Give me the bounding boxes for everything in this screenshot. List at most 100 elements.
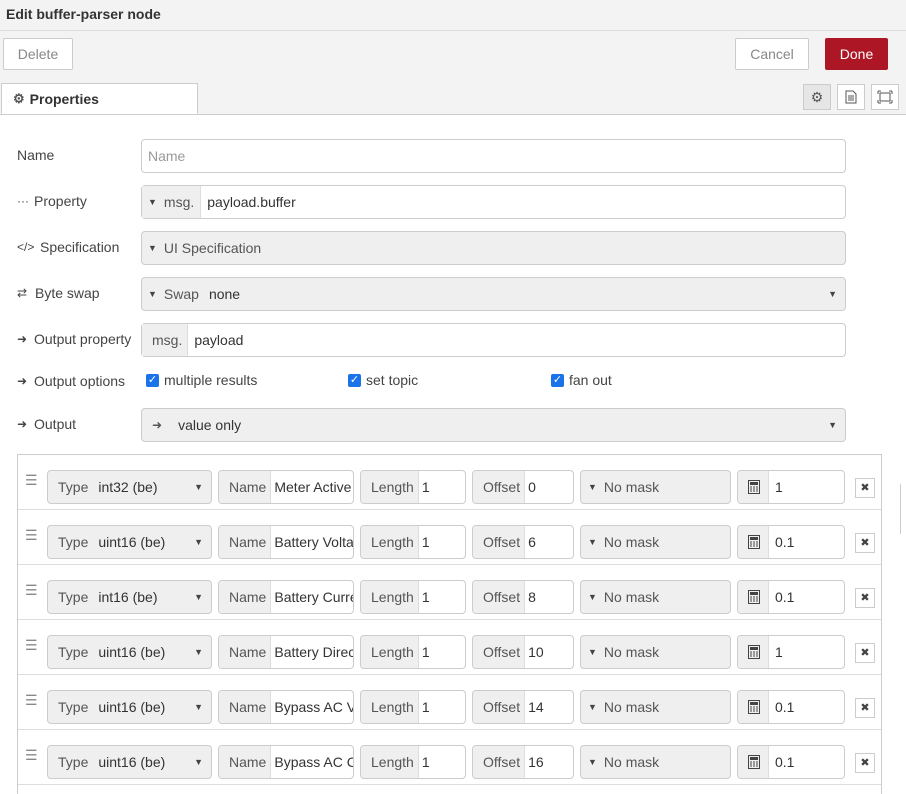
scale-field[interactable]: 0.1 xyxy=(737,745,845,779)
tab-properties[interactable]: ⚙ Properties xyxy=(1,83,198,114)
name-cell-label: Name xyxy=(219,526,272,558)
mask-select[interactable]: ▼ No mask xyxy=(580,635,731,669)
description-tab-button[interactable] xyxy=(837,84,865,110)
close-icon: ✖ xyxy=(860,482,870,494)
drag-handle-icon[interactable]: ☰ xyxy=(25,637,38,654)
checkbox-checked-icon: ✓ xyxy=(146,373,159,387)
offset-cell-label: Offset xyxy=(473,691,526,723)
length-field[interactable]: Length 1 xyxy=(360,580,466,614)
caret-down-icon: ▼ xyxy=(194,537,203,547)
close-icon: ✖ xyxy=(860,647,870,659)
type-select[interactable]: Type int32 (be) ▼ xyxy=(47,470,212,504)
name-cell-value: Battery Voltag xyxy=(274,534,354,550)
done-button[interactable]: Done xyxy=(825,38,888,70)
type-value: int16 (be) xyxy=(98,589,158,605)
settings-tab-button[interactable]: ⚙ xyxy=(803,84,831,110)
drag-handle-icon[interactable]: ☰ xyxy=(25,527,38,544)
length-field[interactable]: Length 1 xyxy=(360,745,466,779)
name-field[interactable]: Name Battery Direc xyxy=(218,635,354,669)
offset-cell-value: 8 xyxy=(528,589,536,605)
scrollbar[interactable] xyxy=(900,484,906,534)
item-row: ☰ Type int16 (be) ▼ Name Battery Curre L… xyxy=(18,565,881,620)
scale-field[interactable]: 0.1 xyxy=(737,580,845,614)
length-cell-value: 1 xyxy=(421,589,430,605)
name-label: Name xyxy=(17,147,54,163)
name-cell-label: Name xyxy=(219,636,272,668)
sign-out-icon: ➜ xyxy=(17,332,28,346)
name-cell-value: Bypass AC C xyxy=(274,754,354,770)
drag-handle-icon[interactable]: ☰ xyxy=(25,582,38,599)
offset-field[interactable]: Offset 8 xyxy=(472,580,574,614)
offset-cell-label: Offset xyxy=(473,471,526,503)
offset-field[interactable]: Offset 6 xyxy=(472,525,574,559)
remove-row-button[interactable]: ✖ xyxy=(855,643,875,663)
offset-cell-label: Offset xyxy=(473,526,526,558)
remove-row-button[interactable]: ✖ xyxy=(855,588,875,608)
name-field[interactable]: Name Bypass AC V xyxy=(218,690,354,724)
property-type-select[interactable]: ▼ msg. xyxy=(142,186,202,218)
byteswap-label-text: Byte swap xyxy=(35,285,100,301)
scale-value: 0.1 xyxy=(775,534,795,550)
multiple-results-checkbox[interactable]: ✓ multiple results xyxy=(146,372,257,388)
mask-select[interactable]: ▼ No mask xyxy=(580,745,731,779)
drag-handle-icon[interactable]: ☰ xyxy=(25,747,38,764)
type-select[interactable]: Type uint16 (be) ▼ xyxy=(47,745,212,779)
name-cell-label: Name xyxy=(219,691,272,723)
name-cell-label: Name xyxy=(219,581,272,613)
offset-cell-value: 16 xyxy=(528,754,544,770)
specification-select[interactable]: ▼ UI Specification xyxy=(141,231,846,265)
output-select[interactable]: ➜ value only ▼ xyxy=(141,408,846,442)
length-field[interactable]: Length 1 xyxy=(360,470,466,504)
output-label-text: Output xyxy=(34,416,77,432)
offset-field[interactable]: Offset 14 xyxy=(472,690,574,724)
type-value: uint16 (be) xyxy=(98,644,166,660)
type-select[interactable]: Type uint16 (be) ▼ xyxy=(47,525,212,559)
mask-select[interactable]: ▼ No mask xyxy=(580,580,731,614)
length-field[interactable]: Length 1 xyxy=(360,525,466,559)
offset-field[interactable]: Offset 10 xyxy=(472,635,574,669)
caret-down-icon: ▼ xyxy=(828,420,837,430)
remove-row-button[interactable]: ✖ xyxy=(855,533,875,553)
caret-down-icon: ▼ xyxy=(148,197,157,207)
name-field[interactable]: Name Bypass AC C xyxy=(218,745,354,779)
drag-handle-icon[interactable]: ☰ xyxy=(25,692,38,709)
remove-row-button[interactable]: ✖ xyxy=(855,753,875,773)
property-label-text: Property xyxy=(34,193,87,209)
length-field[interactable]: Length 1 xyxy=(360,635,466,669)
name-field[interactable]: Name Meter Active xyxy=(218,470,354,504)
appearance-tab-button[interactable] xyxy=(871,84,899,110)
output-property-input[interactable]: msg. payload xyxy=(141,323,846,357)
fan-out-checkbox[interactable]: ✓ fan out xyxy=(551,372,612,388)
scale-field[interactable]: 0.1 xyxy=(737,525,845,559)
type-select[interactable]: Type int16 (be) ▼ xyxy=(47,580,212,614)
length-cell-label: Length xyxy=(361,471,419,503)
name-input[interactable]: Name xyxy=(141,139,846,173)
remove-row-button[interactable]: ✖ xyxy=(855,698,875,718)
scale-field[interactable]: 0.1 xyxy=(737,690,845,724)
item-row: ☰ Type uint16 (be) ▼ Name Battery Voltag… xyxy=(18,510,881,565)
type-label: Type xyxy=(58,754,89,770)
offset-field[interactable]: Offset 16 xyxy=(472,745,574,779)
scale-field[interactable]: 1 xyxy=(737,470,845,504)
name-field[interactable]: Name Battery Curre xyxy=(218,580,354,614)
offset-field[interactable]: Offset 0 xyxy=(472,470,574,504)
mask-select[interactable]: ▼ No mask xyxy=(580,525,731,559)
property-input[interactable]: ▼ msg. payload.buffer xyxy=(141,185,846,219)
mask-select[interactable]: ▼ No mask xyxy=(580,470,731,504)
mask-select[interactable]: ▼ No mask xyxy=(580,690,731,724)
specification-value: UI Specification xyxy=(163,240,262,256)
set-topic-checkbox[interactable]: ✓ set topic xyxy=(348,372,418,388)
scale-field[interactable]: 1 xyxy=(737,635,845,669)
mask-value: No mask xyxy=(603,699,660,715)
type-select[interactable]: Type uint16 (be) ▼ xyxy=(47,690,212,724)
name-field[interactable]: Name Battery Voltag xyxy=(218,525,354,559)
output-property-label: ➜ Output property xyxy=(17,331,131,347)
delete-button[interactable]: Delete xyxy=(3,38,73,70)
byteswap-select[interactable]: ▼ Swap none ▼ xyxy=(141,277,846,311)
type-label: Type xyxy=(58,589,89,605)
remove-row-button[interactable]: ✖ xyxy=(855,478,875,498)
type-select[interactable]: Type uint16 (be) ▼ xyxy=(47,635,212,669)
drag-handle-icon[interactable]: ☰ xyxy=(25,472,38,489)
cancel-button[interactable]: Cancel xyxy=(735,38,809,70)
length-field[interactable]: Length 1 xyxy=(360,690,466,724)
